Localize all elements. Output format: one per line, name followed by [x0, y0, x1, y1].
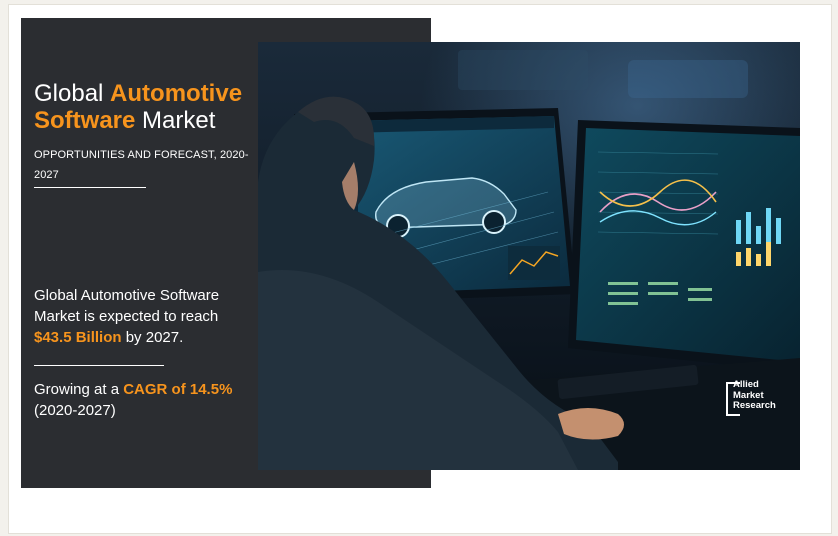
divider-top [34, 187, 146, 188]
page-title: Global Automotive Software Market [34, 80, 264, 134]
cagr-statement: Growing at a CAGR of 14.5% (2020-2027) [34, 379, 254, 421]
cagr-text-1: Growing at a [34, 381, 124, 398]
logo-line-1: Allied [733, 379, 759, 390]
cagr-value: CAGR of 14.5% [123, 381, 233, 398]
logo-text: Allied Market Research [733, 379, 776, 412]
market-text-1: Global Automotive Software Market is exp… [34, 287, 220, 325]
market-text-2: by 2027. [121, 329, 184, 346]
cagr-text-2: (2020-2027) [34, 402, 116, 419]
divider-middle [34, 365, 164, 366]
title-part-2: Market [135, 107, 216, 134]
subtitle: OPPORTUNITIES AND FORECAST, 2020-2027 [34, 149, 249, 181]
engineer-at-workstation-illustration [258, 42, 800, 470]
market-size-statement: Global Automotive Software Market is exp… [34, 285, 254, 348]
market-value: $43.5 Billion [34, 329, 122, 346]
allied-market-research-logo: Allied Market Research [726, 379, 798, 420]
title-part-1: Global [34, 80, 111, 107]
logo-line-3: Research [733, 400, 776, 411]
hero-photo [258, 42, 800, 470]
